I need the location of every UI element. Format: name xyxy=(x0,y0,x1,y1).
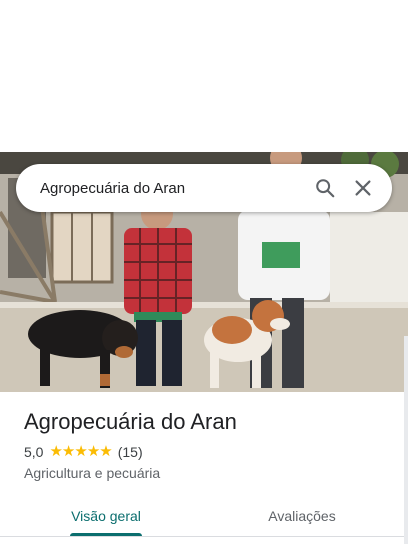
review-count[interactable]: (15) xyxy=(118,444,143,460)
map-blank-area xyxy=(0,0,408,152)
rating-value: 5,0 xyxy=(24,444,44,460)
place-name: Agropecuária do Aran xyxy=(24,409,237,434)
star-icon: ★ xyxy=(99,443,112,460)
star-icon: ★ xyxy=(74,443,87,460)
star-icon: ★ xyxy=(61,443,75,460)
star-icon: ★ xyxy=(86,443,100,460)
star-icon: ★ xyxy=(49,443,62,460)
search-button[interactable] xyxy=(306,169,344,207)
place-category: Agricultura e pecuária xyxy=(24,465,161,481)
search-input[interactable]: Agropecuária do Aran xyxy=(40,180,306,197)
clear-search-button[interactable] xyxy=(344,169,382,207)
place-tabs: Visão geral Avaliações xyxy=(0,496,408,544)
rating-row[interactable]: 5,0 ★ ★ ★ ★ ★ (15) xyxy=(24,443,143,461)
tabs-divider xyxy=(0,536,408,537)
search-bar[interactable]: Agropecuária do Aran xyxy=(16,164,392,212)
scrollbar[interactable] xyxy=(404,336,408,544)
search-icon xyxy=(316,179,335,198)
star-rating: ★ ★ ★ ★ ★ xyxy=(49,443,112,460)
tab-reviews[interactable]: Avaliações xyxy=(220,496,384,536)
tab-overview[interactable]: Visão geral xyxy=(24,496,188,536)
close-icon xyxy=(355,180,371,196)
